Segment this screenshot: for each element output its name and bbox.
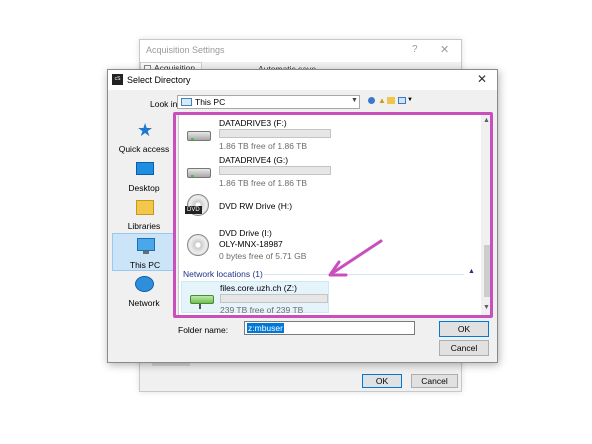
hard-drive-icon: [187, 131, 211, 141]
cancel-button[interactable]: Cancel: [439, 340, 489, 356]
dvd-drive-icon: [187, 234, 209, 256]
ok-button[interactable]: OK: [439, 321, 489, 337]
scrollbar-thumb[interactable]: [484, 245, 491, 297]
place-label: Quick access: [118, 144, 170, 154]
scrollbar[interactable]: ▲ ▼: [481, 115, 492, 315]
scroll-down-icon[interactable]: ▼: [483, 304, 490, 311]
list-item-drive-f[interactable]: DATADRIVE3 (F:) 1.86 TB free of 1.86 TB: [179, 117, 477, 151]
acquisition-ok-button[interactable]: OK: [362, 374, 402, 388]
place-network[interactable]: Network: [112, 272, 176, 310]
places-sidebar: ★ Quick access Desktop Libraries This PC…: [112, 115, 176, 313]
drive-name: DATADRIVE4 (G:): [219, 155, 289, 165]
place-label: This PC: [129, 260, 161, 270]
folder-name-label: Folder name:: [178, 325, 229, 335]
back-icon[interactable]: [368, 97, 375, 104]
drive-name: DATADRIVE3 (F:): [219, 118, 287, 128]
acquisition-settings-title: Acquisition Settings: [146, 45, 225, 55]
chevron-up-icon[interactable]: ▲: [468, 268, 475, 275]
drive-name: DVD Drive (I:): [219, 228, 272, 238]
place-quick-access[interactable]: ★ Quick access: [112, 118, 176, 156]
folder-name-value: z:mbuser: [247, 323, 284, 333]
drive-name: DVD RW Drive (H:): [219, 201, 293, 211]
dialog-title: Select Directory: [127, 75, 191, 85]
disc-label: OLY-MNX-18987: [219, 239, 283, 249]
network-locations-header[interactable]: Network locations (1) ▲: [179, 267, 477, 279]
place-libraries[interactable]: Libraries: [112, 195, 176, 233]
close-icon[interactable]: ✕: [440, 43, 449, 56]
drive-free-space: 0 bytes free of 5.71 GB: [219, 251, 307, 261]
network-cable: [199, 304, 201, 309]
computer-icon: [181, 98, 192, 106]
chevron-down-icon[interactable]: ▼: [407, 97, 413, 103]
app-icon: cS: [112, 74, 123, 85]
computer-icon: [137, 238, 155, 251]
star-icon: ★: [137, 120, 154, 140]
drive-free-space: 239 TB free of 239 TB: [220, 305, 304, 315]
up-folder-icon[interactable]: ▲: [378, 96, 386, 105]
desktop-icon: [136, 162, 154, 175]
place-label: Network: [128, 298, 160, 308]
chevron-down-icon[interactable]: ▼: [351, 97, 358, 104]
libraries-icon: [136, 200, 154, 215]
select-directory-dialog: cS Select Directory ✕ Look in: This PC ▼…: [107, 69, 498, 363]
place-label: Libraries: [127, 221, 161, 231]
drive-free-space: 1.86 TB free of 1.86 TB: [219, 141, 308, 151]
place-label: Desktop: [128, 183, 160, 193]
view-menu-icon[interactable]: [398, 97, 406, 104]
look-in-dropdown[interactable]: This PC ▼: [177, 95, 360, 109]
network-icon: [135, 276, 154, 292]
list-item-drive-g[interactable]: DATADRIVE4 (G:) 1.86 TB free of 1.86 TB: [179, 154, 477, 188]
close-icon[interactable]: ✕: [477, 72, 487, 86]
network-drive-icon: [190, 295, 214, 304]
folder-name-input[interactable]: z:mbuser: [244, 321, 415, 335]
acquisition-cancel-button[interactable]: Cancel: [411, 374, 458, 388]
usage-bar: [220, 294, 328, 303]
list-item-drive-z[interactable]: files.core.uzh.ch (Z:) 239 TB free of 23…: [181, 281, 329, 315]
place-desktop[interactable]: Desktop: [112, 157, 176, 195]
hard-drive-icon: [187, 168, 211, 178]
list-item-drive-i[interactable]: DVD Drive (I:) OLY-MNX-18987 0 bytes fre…: [179, 226, 477, 264]
look-in-label: Look in:: [150, 99, 180, 109]
scroll-up-icon[interactable]: ▲: [483, 117, 490, 124]
computer-stand: [143, 251, 149, 254]
drive-name: files.core.uzh.ch (Z:): [220, 283, 297, 293]
dvd-tag: DVD: [185, 206, 202, 214]
list-item-drive-h[interactable]: DVD DVD RW Drive (H:): [179, 192, 477, 222]
drive-free-space: 1.86 TB free of 1.86 TB: [219, 178, 308, 188]
look-in-value: This PC: [195, 97, 226, 107]
usage-bar: [219, 129, 331, 138]
usage-bar: [219, 166, 331, 175]
help-icon[interactable]: ?: [412, 44, 418, 55]
group-divider: [264, 274, 464, 275]
network-locations-label: Network locations (1): [183, 269, 263, 279]
new-folder-icon[interactable]: [387, 97, 395, 104]
place-this-pc[interactable]: This PC: [112, 233, 176, 271]
file-list: DATADRIVE3 (F:) 1.86 TB free of 1.86 TB …: [178, 114, 493, 316]
